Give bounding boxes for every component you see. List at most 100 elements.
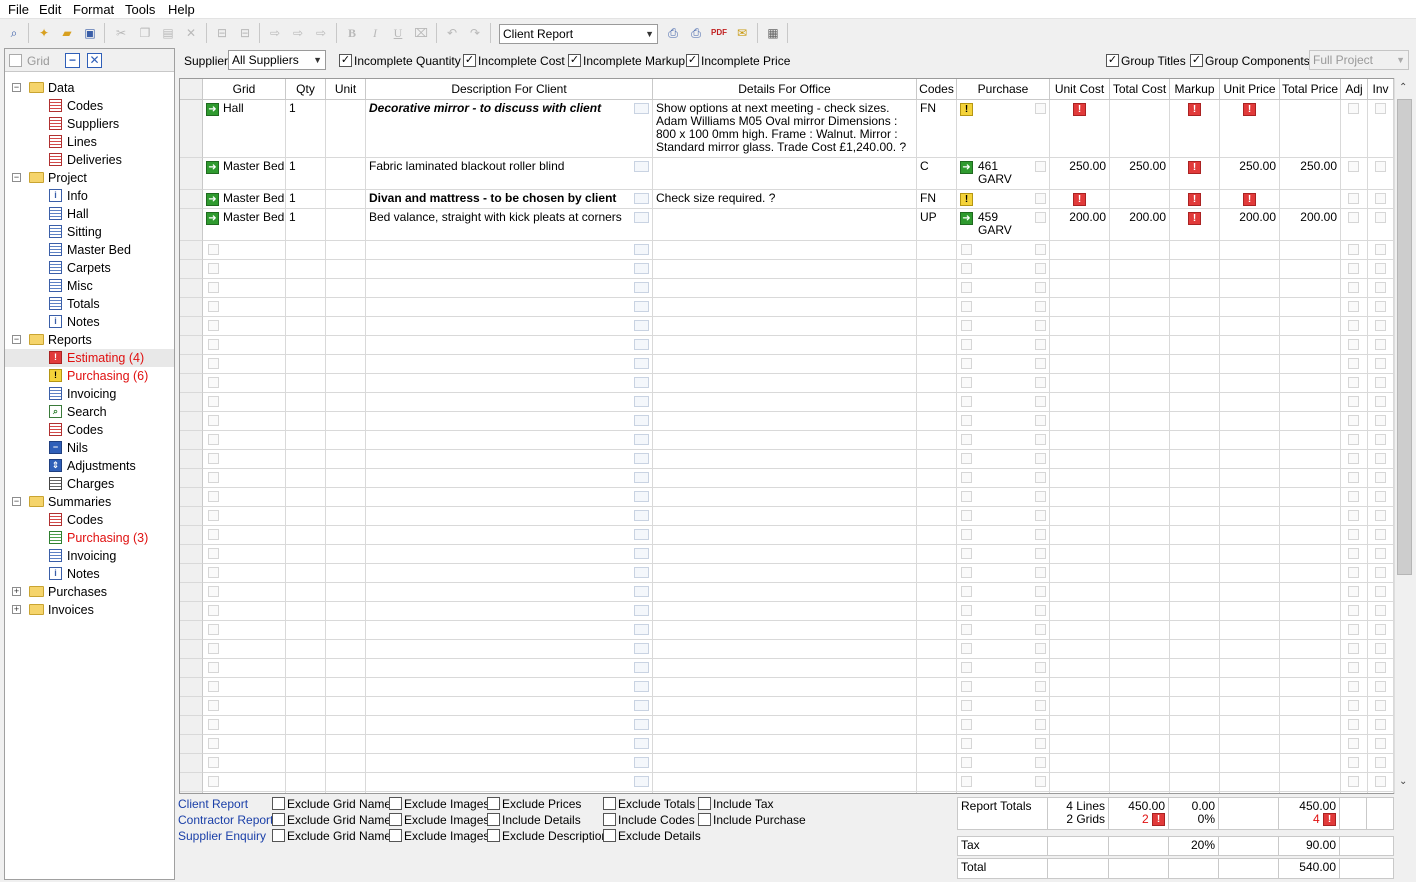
purchase-menu-icon[interactable] xyxy=(1035,320,1046,331)
grid-cell[interactable]: 1 xyxy=(286,100,326,158)
empty-cell[interactable] xyxy=(1110,450,1170,469)
empty-cell[interactable] xyxy=(957,260,1050,279)
purchase-menu-icon[interactable] xyxy=(1035,605,1046,616)
empty-cell[interactable] xyxy=(203,355,286,374)
invoice-icon[interactable] xyxy=(1375,757,1386,768)
grid-cell[interactable] xyxy=(1368,100,1394,158)
empty-cell[interactable] xyxy=(1341,488,1368,507)
grid-cell[interactable] xyxy=(1110,100,1170,158)
empty-cell[interactable] xyxy=(1220,355,1280,374)
adjust-icon[interactable] xyxy=(1348,586,1359,597)
grid-cell[interactable] xyxy=(1110,190,1170,209)
grid-cell[interactable]: ! xyxy=(1050,100,1110,158)
empty-cell[interactable] xyxy=(957,640,1050,659)
tree-item[interactable]: i Notes xyxy=(5,313,174,331)
row-header[interactable] xyxy=(180,507,203,526)
empty-cell[interactable] xyxy=(957,355,1050,374)
menu-tools[interactable]: Tools xyxy=(125,2,155,17)
empty-cell[interactable] xyxy=(1341,507,1368,526)
empty-cell[interactable] xyxy=(917,241,957,260)
empty-cell[interactable] xyxy=(917,545,957,564)
tree-item[interactable]: Suppliers xyxy=(5,115,174,133)
collapse-icon[interactable]: − xyxy=(12,497,21,506)
report-option-checkbox[interactable] xyxy=(487,797,500,810)
empty-cell[interactable] xyxy=(1280,678,1341,697)
empty-cell[interactable] xyxy=(917,374,957,393)
empty-cell[interactable] xyxy=(1170,336,1220,355)
empty-cell[interactable] xyxy=(1050,602,1110,621)
empty-cell[interactable] xyxy=(1220,393,1280,412)
purchase-menu-icon[interactable] xyxy=(1035,339,1046,350)
empty-cell[interactable] xyxy=(203,697,286,716)
empty-cell[interactable] xyxy=(286,773,326,792)
empty-cell[interactable] xyxy=(957,317,1050,336)
row-header[interactable] xyxy=(180,100,203,158)
empty-cell[interactable] xyxy=(1341,754,1368,773)
empty-cell[interactable] xyxy=(1341,279,1368,298)
adjust-icon[interactable] xyxy=(1348,719,1359,730)
empty-cell[interactable] xyxy=(957,792,1050,793)
empty-cell[interactable] xyxy=(1368,773,1394,792)
invoice-icon[interactable] xyxy=(1375,301,1386,312)
adjust-icon[interactable] xyxy=(1348,320,1359,331)
tree-item[interactable]: ⌕ Search xyxy=(5,403,174,421)
row-header[interactable] xyxy=(180,336,203,355)
invoice-icon[interactable] xyxy=(1375,472,1386,483)
empty-cell[interactable] xyxy=(366,697,653,716)
empty-cell[interactable] xyxy=(286,431,326,450)
empty-cell[interactable] xyxy=(653,659,917,678)
empty-cell[interactable] xyxy=(653,317,917,336)
empty-cell[interactable] xyxy=(1110,716,1170,735)
empty-cell[interactable] xyxy=(1170,526,1220,545)
image-icon[interactable] xyxy=(634,396,649,407)
empty-cell[interactable] xyxy=(1341,450,1368,469)
adjust-icon[interactable] xyxy=(1348,415,1359,426)
empty-cell[interactable] xyxy=(1050,640,1110,659)
empty-cell[interactable] xyxy=(1170,412,1220,431)
empty-cell[interactable] xyxy=(917,754,957,773)
empty-cell[interactable] xyxy=(1368,602,1394,621)
empty-cell[interactable] xyxy=(1368,545,1394,564)
empty-cell[interactable] xyxy=(917,792,957,793)
empty-cell[interactable] xyxy=(366,583,653,602)
row-header[interactable] xyxy=(180,697,203,716)
empty-cell[interactable] xyxy=(1170,469,1220,488)
empty-cell[interactable] xyxy=(957,545,1050,564)
invoice-icon[interactable] xyxy=(1375,358,1386,369)
empty-cell[interactable] xyxy=(1220,564,1280,583)
empty-cell[interactable] xyxy=(1341,697,1368,716)
empty-cell[interactable] xyxy=(1050,469,1110,488)
grid-cell[interactable]: Fabric laminated blackout roller blind xyxy=(366,158,653,190)
empty-cell[interactable] xyxy=(366,659,653,678)
empty-cell[interactable] xyxy=(326,716,366,735)
tree-item[interactable]: Invoicing xyxy=(5,547,174,565)
empty-cell[interactable] xyxy=(1341,355,1368,374)
grid-cell[interactable]: FN xyxy=(917,190,957,209)
adjust-icon[interactable] xyxy=(1348,776,1359,787)
email-icon[interactable]: ✉ xyxy=(733,24,751,42)
empty-cell[interactable] xyxy=(1280,564,1341,583)
purchase-menu-icon[interactable] xyxy=(1035,358,1046,369)
invoice-icon[interactable] xyxy=(1375,396,1386,407)
empty-cell[interactable] xyxy=(653,583,917,602)
empty-cell[interactable] xyxy=(1110,469,1170,488)
report-option-checkbox[interactable] xyxy=(487,829,500,842)
empty-cell[interactable] xyxy=(1050,792,1110,793)
purchase-menu-icon[interactable] xyxy=(1035,738,1046,749)
empty-cell[interactable] xyxy=(917,507,957,526)
invoice-icon[interactable] xyxy=(1375,282,1386,293)
grid-cell[interactable]: FN xyxy=(917,100,957,158)
image-icon[interactable] xyxy=(634,738,649,749)
empty-cell[interactable] xyxy=(286,678,326,697)
empty-cell[interactable] xyxy=(326,659,366,678)
empty-cell[interactable] xyxy=(917,526,957,545)
empty-cell[interactable] xyxy=(1050,659,1110,678)
row-header[interactable] xyxy=(180,412,203,431)
invoice-icon[interactable] xyxy=(1375,491,1386,502)
empty-cell[interactable] xyxy=(1110,336,1170,355)
empty-cell[interactable] xyxy=(1280,374,1341,393)
purchase-menu-icon[interactable] xyxy=(1035,567,1046,578)
grid-cell[interactable]: ! xyxy=(1220,100,1280,158)
empty-cell[interactable] xyxy=(326,697,366,716)
empty-cell[interactable] xyxy=(1220,241,1280,260)
